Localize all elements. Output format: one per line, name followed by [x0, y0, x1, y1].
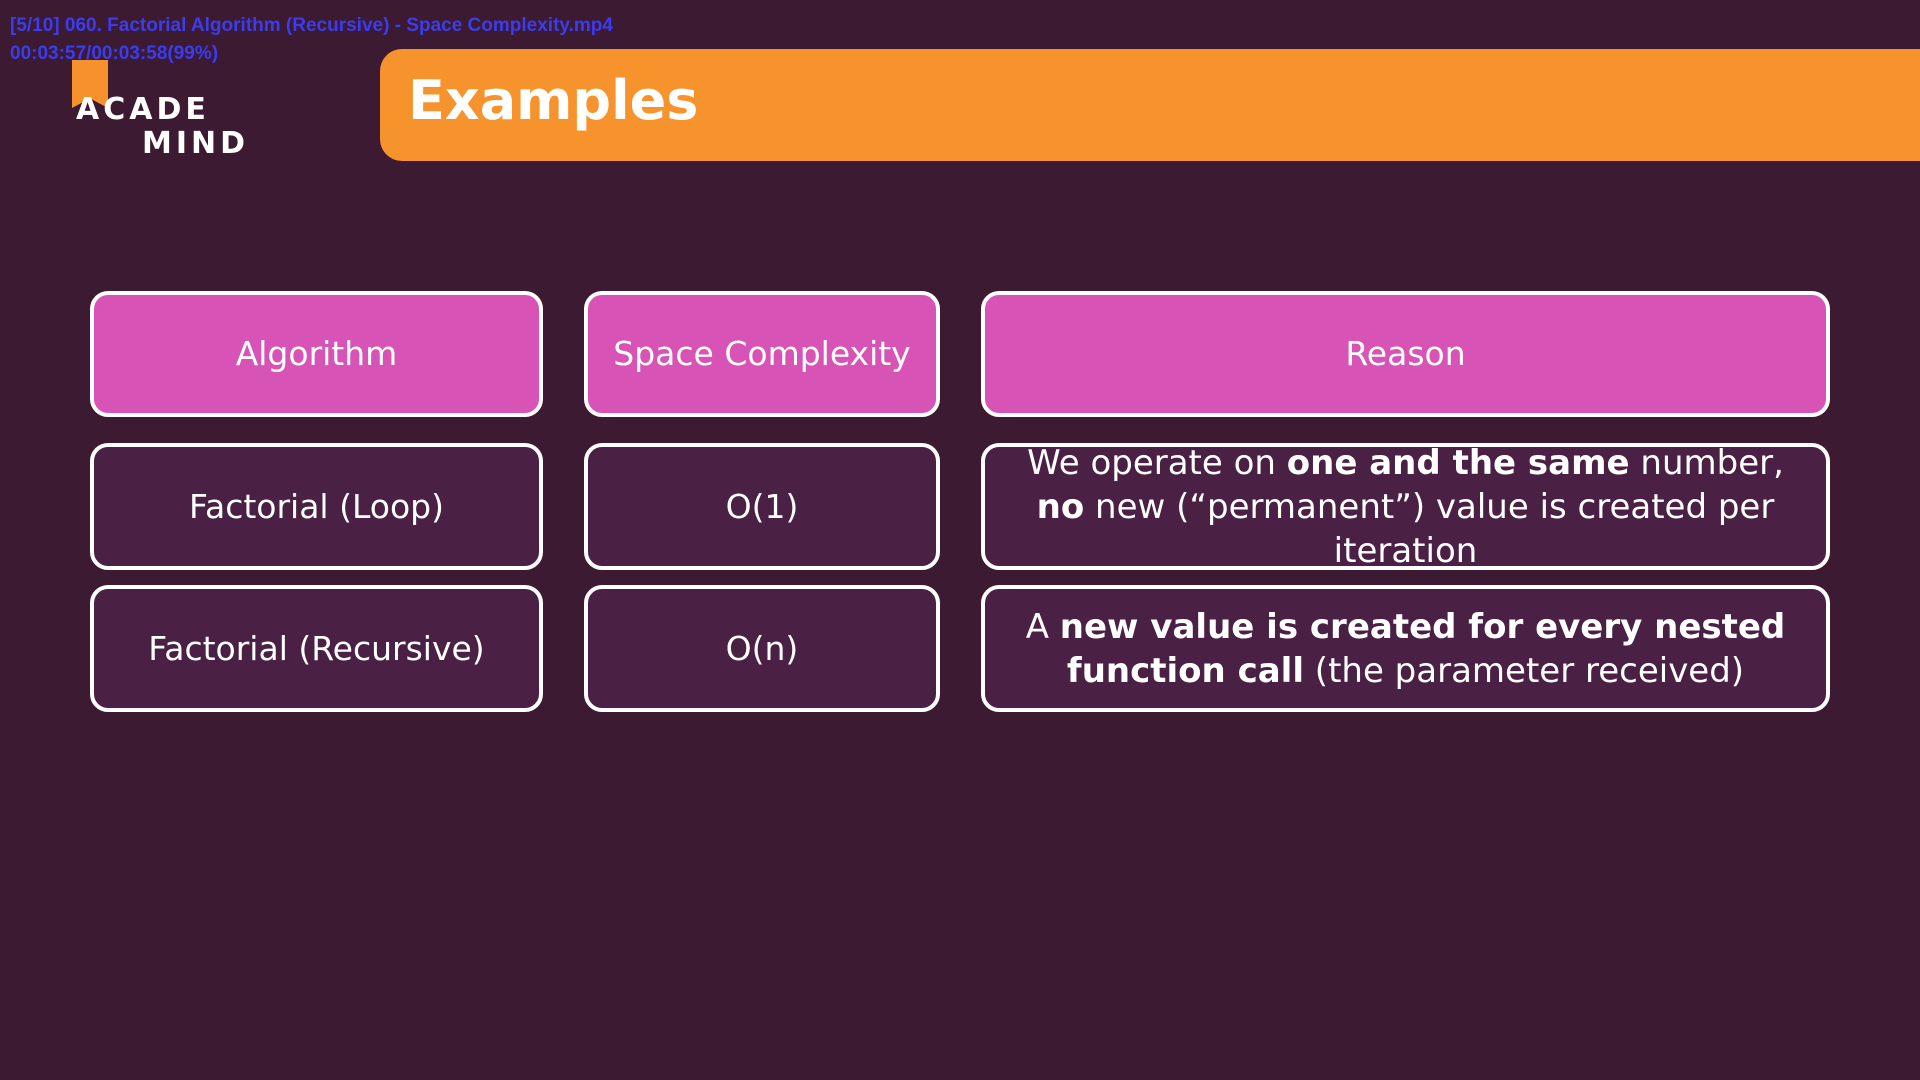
logo-text-line1: ACADE: [76, 92, 210, 127]
row2-complexity: O(n): [584, 585, 940, 712]
row2-reason: A new value is created for every nested …: [981, 585, 1830, 712]
row1-reason-bold1: one and the same: [1286, 442, 1630, 483]
header-reason: Reason: [981, 291, 1830, 417]
video-timestamp: 00:03:57/00:03:58(99%): [10, 43, 219, 64]
row2-reason-text1: A: [1025, 606, 1060, 647]
row1-reason: We operate on one and the same number, n…: [981, 442, 1830, 571]
slide-title: Examples: [408, 69, 699, 132]
row1-algorithm: Factorial (Loop): [90, 443, 543, 570]
row1-reason-text1: We operate on: [1027, 442, 1287, 483]
row1-reason-text3: new (“permanent”) value is created per i…: [1084, 486, 1775, 571]
row2-algorithm: Factorial (Recursive): [90, 585, 543, 712]
academind-logo: ACADE MIND: [72, 60, 252, 170]
logo-text-line2: MIND: [142, 126, 250, 161]
player-overlay: [5/10] 060. Factorial Algorithm (Recursi…: [10, 12, 613, 68]
header-algorithm: Algorithm: [90, 291, 543, 417]
video-file-title: [5/10] 060. Factorial Algorithm (Recursi…: [10, 15, 613, 36]
row1-complexity: O(1): [584, 443, 940, 570]
header-space-complexity: Space Complexity: [584, 291, 940, 417]
row2-reason-text2: (the parameter received): [1304, 650, 1745, 691]
row1-reason-bold2: no: [1036, 486, 1085, 527]
row1-reason-text2: number,: [1629, 442, 1784, 483]
